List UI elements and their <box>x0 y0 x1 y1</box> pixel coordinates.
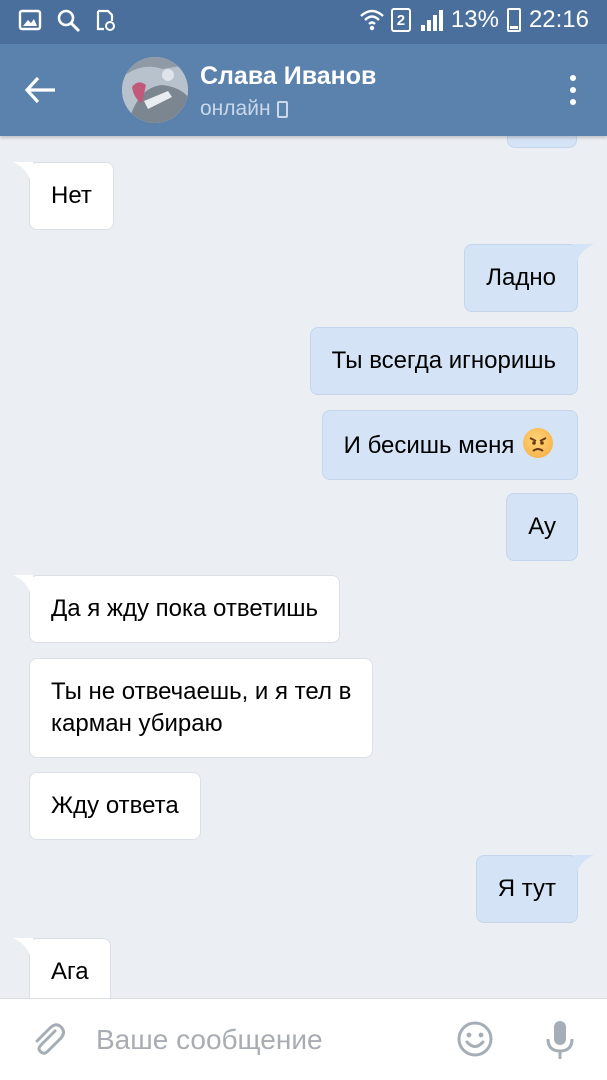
message-outgoing[interactable]: И бесишь меня <box>321 410 578 480</box>
message-incoming[interactable]: Ты не отвечаешь, и я тел в карман убираю <box>29 658 374 758</box>
battery-icon <box>506 8 521 32</box>
message-list[interactable]: Нет Ладно Ты всегда игноришь И бесишь ме… <box>0 136 607 998</box>
online-status: онлайн <box>200 97 271 120</box>
bubble-tail <box>574 855 594 875</box>
wifi-icon <box>359 8 384 32</box>
angry-face-icon <box>523 428 553 458</box>
back-arrow-icon <box>24 76 55 104</box>
paperclip-icon <box>35 1023 65 1055</box>
message-incoming[interactable]: Ага <box>13 938 111 998</box>
message-text: Ау <box>528 513 556 540</box>
message-text: Я тут <box>497 875 556 902</box>
message-text: Ты не отвечаешь, и я тел в карман убираю <box>51 678 352 737</box>
bubble-tail <box>13 575 33 595</box>
message-outgoing[interactable]: Я тут <box>475 855 594 923</box>
contact-name[interactable]: Слава Иванов <box>200 62 376 91</box>
avatar[interactable] <box>122 57 188 123</box>
contact-status: онлайн <box>200 97 288 121</box>
emoji-icon <box>457 1021 493 1057</box>
message-outgoing[interactable]: Ладно <box>464 244 594 312</box>
status-bar: 2 13% 22:16 <box>0 0 607 44</box>
mobile-phone-icon <box>276 100 288 118</box>
bubble-tail <box>574 244 594 264</box>
back-button[interactable] <box>20 70 60 110</box>
attach-button[interactable] <box>28 1019 68 1059</box>
message-incoming[interactable]: Нет <box>13 162 114 230</box>
battery-percent: 13% <box>450 6 499 33</box>
message-text: Ты всегда игноришь <box>331 347 556 374</box>
message-text: Нет <box>51 182 92 209</box>
message-text: Жду ответа <box>51 792 179 819</box>
message-outgoing[interactable]: Ты всегда игноришь <box>309 327 578 395</box>
voice-message-button[interactable] <box>544 1019 576 1061</box>
status-bar-left <box>18 8 118 33</box>
gallery-icon <box>18 8 42 32</box>
message-composer <box>0 998 607 1080</box>
microphone-icon <box>546 1021 574 1059</box>
more-vertical-icon <box>570 75 576 81</box>
message-text: Ага <box>51 958 89 985</box>
message-text: Да я жду пока ответишь <box>51 595 319 622</box>
message-outgoing[interactable]: Ау <box>506 493 578 561</box>
sim-badge: 2 <box>390 8 411 32</box>
message-input[interactable] <box>96 1019 426 1061</box>
status-bar-right: 2 13% 22:16 <box>359 6 589 34</box>
message-text: И бесишь меня <box>343 432 515 459</box>
cast-icon <box>94 8 118 32</box>
chat-header: Слава Иванов онлайн <box>0 44 607 136</box>
message-text: Ладно <box>486 264 556 291</box>
bubble-tail <box>13 162 33 182</box>
more-options-button[interactable] <box>561 72 585 108</box>
emoji-button[interactable] <box>456 1020 494 1058</box>
message-incoming[interactable]: Жду ответа <box>29 772 201 840</box>
signal-icon <box>419 8 443 32</box>
clock: 22:16 <box>528 6 589 33</box>
message-incoming[interactable]: Да я жду пока ответишь <box>13 575 341 643</box>
bubble-tail <box>13 938 33 958</box>
previous-message-edge <box>507 136 577 148</box>
search-icon <box>56 8 81 33</box>
